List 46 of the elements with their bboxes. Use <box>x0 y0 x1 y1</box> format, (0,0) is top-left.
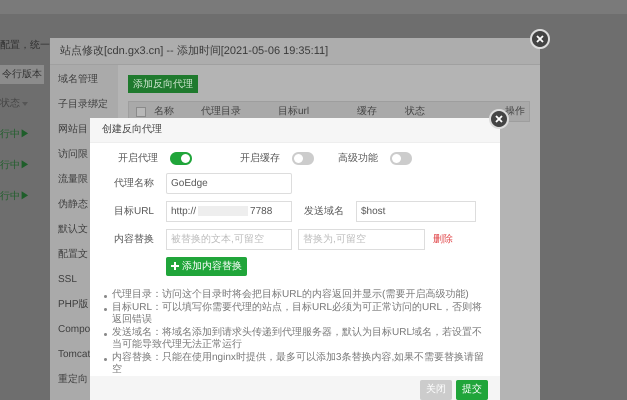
note-text: 发送域名：将域名添加到请求头传递到代理服务器，默认为目标URL域名，若设置不当可能导致代理无法正常运行 <box>112 326 484 351</box>
note-text: 目标URL：可以填写你需要代理的站点，目标URL必须为可正常访问的URL，否则将返回错误 <box>112 302 484 326</box>
add-replace-button[interactable]: 添加内容替换 <box>166 256 247 276</box>
field-label: 代理名称 <box>113 176 154 191</box>
status-text: 行中▶ <box>0 128 31 142</box>
sidebar-item[interactable]: 子目录绑定 <box>58 97 118 113</box>
close-icon <box>495 115 503 123</box>
note-text: 内容替换：只能在使用nginx时提供，最多可以添加3条替换内容,如果不需要替换请留空 <box>112 352 486 376</box>
dialog-title: 站点修改[cdn.gx3.cn] -- 添加时间[2021-05-06 19:35:11] <box>60 44 328 59</box>
close-button[interactable] <box>530 29 550 49</box>
input-field[interactable]: GoEdge <box>166 172 292 194</box>
status-text: 行中▶ <box>0 190 31 204</box>
add-proxy-button[interactable]: 添加反向代理 <box>128 75 198 93</box>
toolbar-button[interactable]: 令行版本 <box>0 65 44 84</box>
input-field[interactable]: $host <box>356 200 476 222</box>
status-text: 行中▶ <box>0 158 31 173</box>
switch-label: 开启缓存 <box>240 152 280 166</box>
bullet-icon <box>104 358 107 361</box>
notice-text: 配置，统一 <box>0 38 50 53</box>
input-field[interactable]: 被替换的文本,可留空 <box>166 228 292 250</box>
input-field[interactable]: http:// 7788 <box>166 200 292 222</box>
field-label: 目标URL <box>112 204 154 219</box>
switch-label: 高级功能 <box>338 152 378 166</box>
bullet-icon <box>104 332 107 336</box>
submit-button[interactable]: 提交 <box>456 380 488 400</box>
bullet-icon <box>104 294 107 298</box>
close-icon <box>536 35 544 43</box>
toggle-switch[interactable] <box>170 152 192 165</box>
column-header: 名称 <box>154 105 174 119</box>
checkbox[interactable] <box>136 106 146 116</box>
column-header: 代理目录 <box>201 105 241 119</box>
sidebar-item[interactable]: 域名管理 <box>58 72 118 88</box>
column-header: 缓存 <box>357 104 377 119</box>
toggle-switch[interactable] <box>292 152 314 165</box>
toggle-switch[interactable] <box>390 152 412 165</box>
note-text: 代理目录：访问这个目录时将会把目标URL的内容返回并显示(需要开启高级功能) <box>112 288 469 301</box>
bullet-icon <box>104 308 107 311</box>
delete-link[interactable]: 删除 <box>433 232 453 247</box>
dialog-title: 创建反向代理 <box>102 122 162 138</box>
field-label: 发送域名 <box>304 204 344 219</box>
input-field[interactable]: 替换为,可留空 <box>298 228 425 250</box>
field-label: 内容替换 <box>113 232 154 247</box>
column-header: 状态 <box>405 104 425 119</box>
plus-icon <box>171 262 179 270</box>
switch-label: 开启代理 <box>118 152 158 166</box>
column-header: 目标url <box>278 104 310 119</box>
